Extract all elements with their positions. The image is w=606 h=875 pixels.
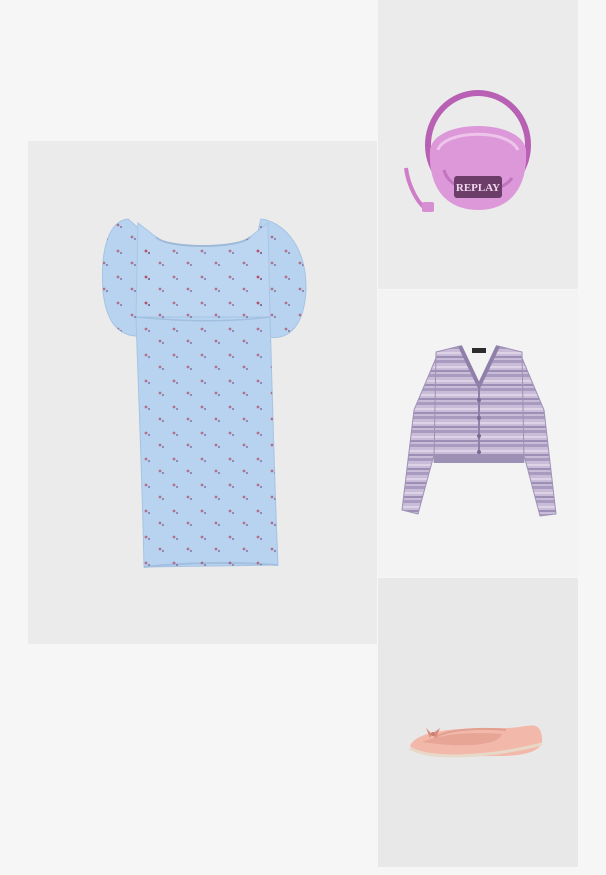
bag-logo: REPLAY [456,182,500,194]
product-image-ballet-flats[interactable] [378,578,578,867]
product-image-handbag[interactable]: REPLAY [378,0,578,289]
handbag-image: REPLAY [404,90,531,212]
product-image-dress[interactable] [28,141,377,644]
dress-image [101,218,307,568]
cardigan-image [401,345,557,517]
ballet-flats-image [409,725,543,758]
product-image-cardigan[interactable] [378,290,578,577]
outfit-board: { "outfit": { "items": [ {"name": "dress… [0,0,606,875]
